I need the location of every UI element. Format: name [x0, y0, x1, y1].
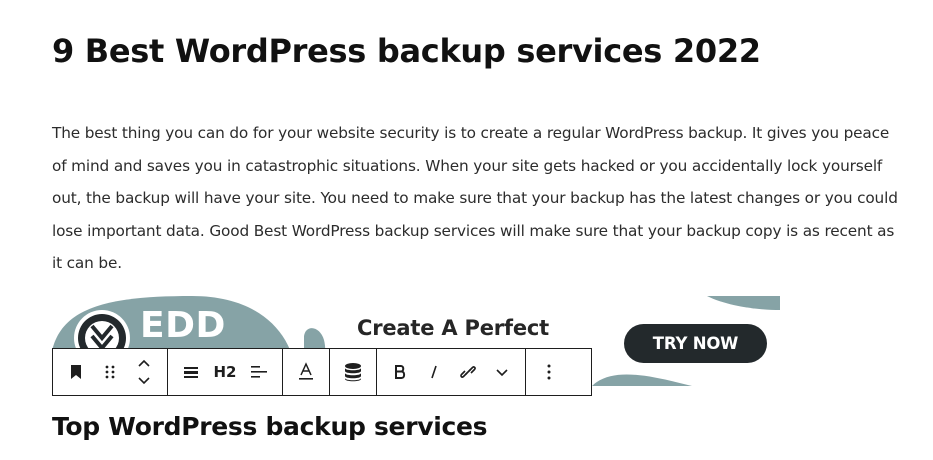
toolbar-group-color	[283, 349, 330, 395]
section-heading[interactable]: Top WordPress backup services	[52, 412, 488, 441]
drag-handle-icon[interactable]	[93, 349, 127, 395]
database-icon[interactable]	[336, 349, 370, 395]
block-toolbar: H2	[52, 348, 592, 396]
chevron-down-icon[interactable]	[485, 349, 519, 395]
bookmark-icon[interactable]	[59, 349, 93, 395]
post-title[interactable]: 9 Best WordPress backup services 2022	[52, 32, 761, 70]
toolbar-group-format	[377, 349, 526, 395]
toolbar-group-data	[330, 349, 377, 395]
toolbar-group-block	[53, 349, 168, 395]
try-now-button[interactable]: TRY NOW	[624, 324, 767, 363]
toolbar-group-more	[526, 349, 572, 395]
heading-level-button[interactable]: H2	[208, 349, 242, 395]
banner-headline: Create A Perfect	[357, 316, 549, 340]
bold-icon[interactable]	[383, 349, 417, 395]
edd-brand-text: EDD	[140, 305, 226, 346]
toolbar-group-heading: H2	[168, 349, 283, 395]
text-color-icon[interactable]	[289, 349, 323, 395]
link-icon[interactable]	[451, 349, 485, 395]
italic-icon[interactable]	[417, 349, 451, 395]
heading-level-label: H2	[213, 363, 237, 381]
move-up-down-icon[interactable]	[127, 349, 161, 395]
post-paragraph[interactable]: The best thing you can do for your websi…	[52, 117, 902, 280]
more-options-icon[interactable]	[532, 349, 566, 395]
text-align-icon[interactable]	[242, 349, 276, 395]
align-icon[interactable]	[174, 349, 208, 395]
